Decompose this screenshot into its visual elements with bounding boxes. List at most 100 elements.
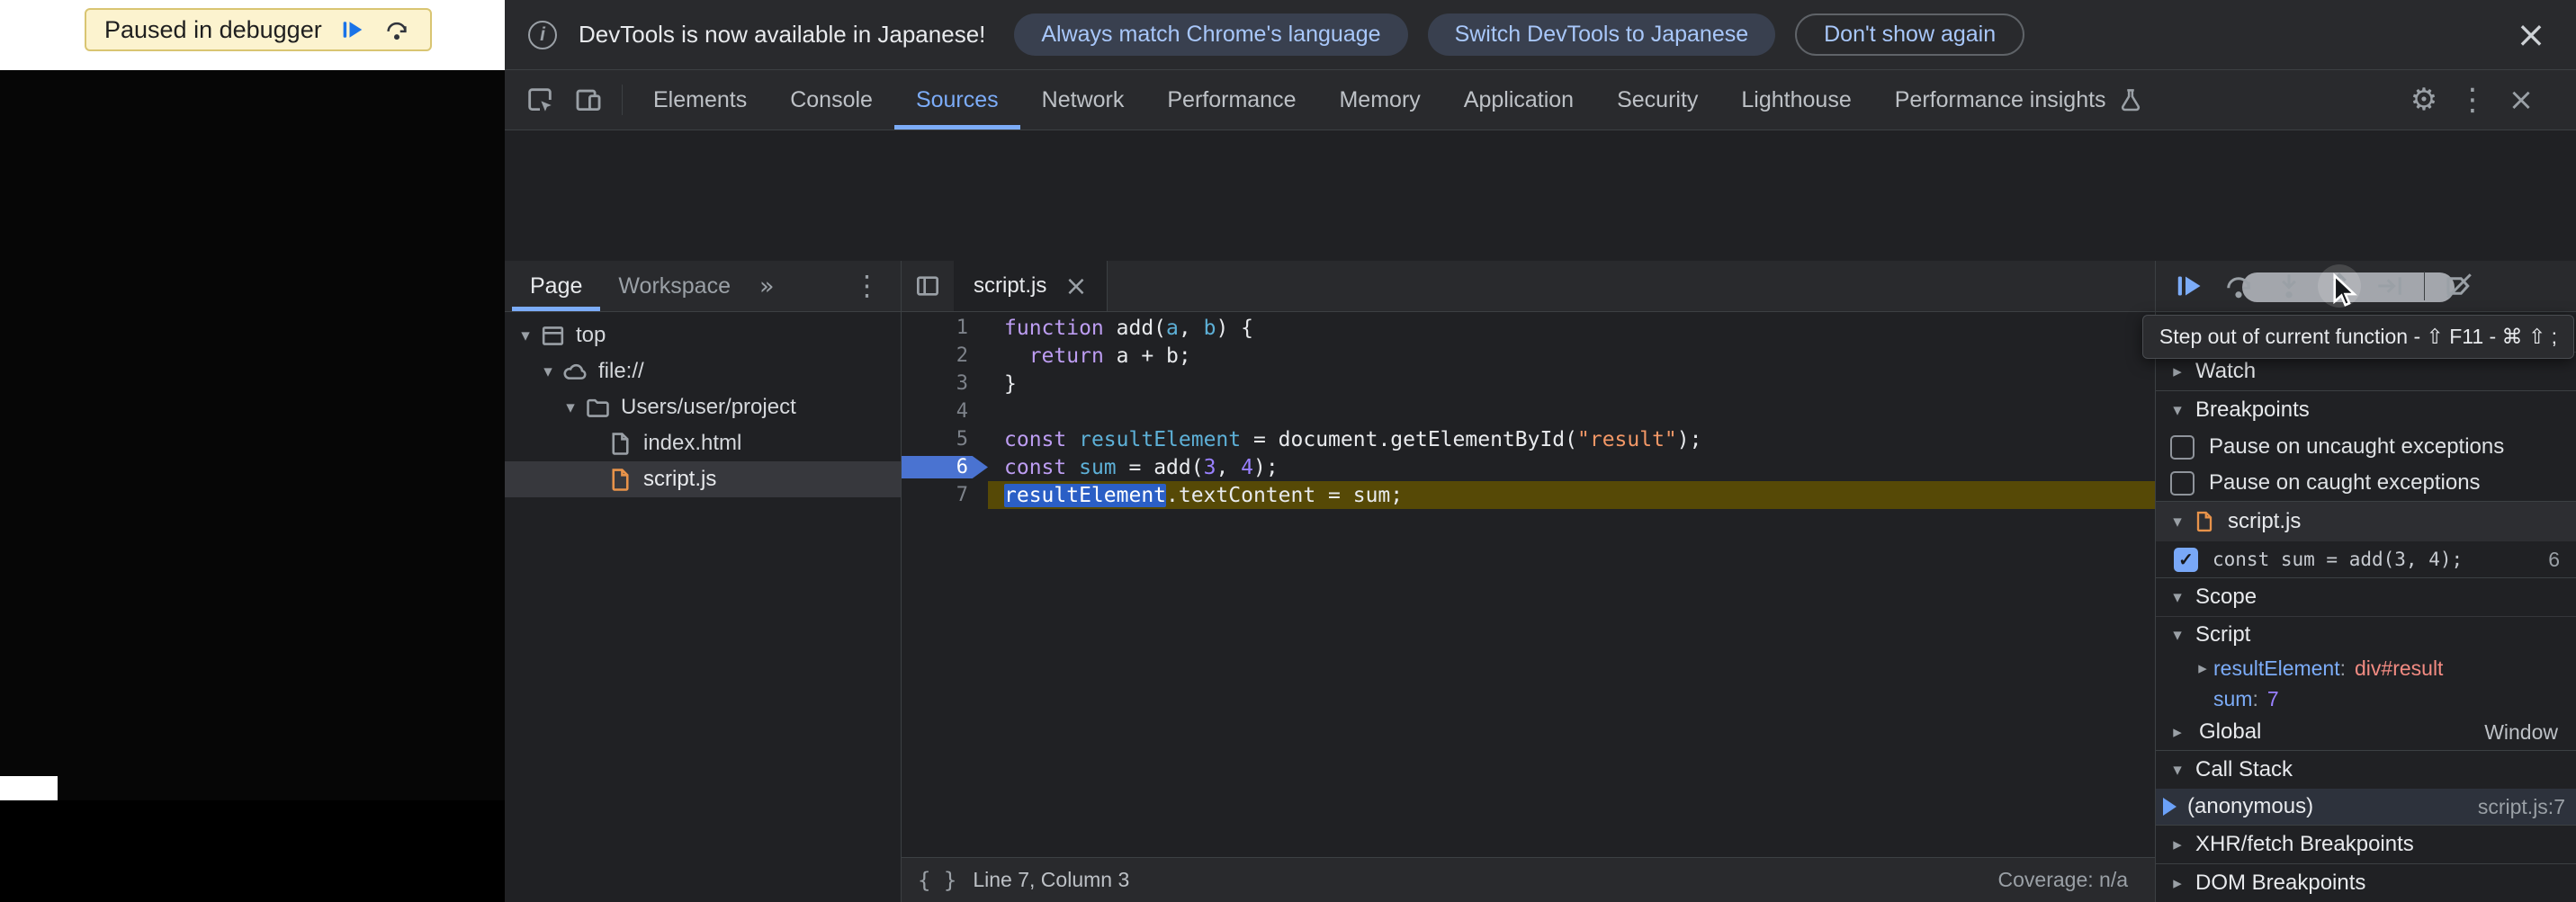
call-stack-frame[interactable]: (anonymous) script.js:7 — [2156, 789, 2576, 825]
file-icon — [606, 430, 634, 458]
code-line-7[interactable]: 7resultElement.textContent = sum; — [902, 481, 2155, 509]
panel-left-icon[interactable] — [902, 261, 954, 311]
toolbar-divider — [622, 85, 623, 115]
code-area[interactable]: 1function add(a, b) {2 return a + b;3}45… — [902, 312, 2155, 857]
navigator-header: PageWorkspace » ⋮ — [505, 261, 901, 312]
section-scope[interactable]: ▾ Scope — [2156, 577, 2576, 616]
breakpoint-code: const sum = add(3, 4); — [2212, 549, 2463, 570]
switch-devtools-to-japanese-button[interactable]: Switch DevTools to Japanese — [1428, 13, 1776, 56]
breakpoint-entry[interactable]: ✓ const sum = add(3, 4); 6 — [2156, 541, 2576, 577]
close-icon[interactable]: × — [2497, 76, 2545, 124]
tree-item-file[interactable]: ▾file:// — [505, 353, 901, 389]
code-line-2[interactable]: 2 return a + b; — [902, 342, 2155, 370]
line-number[interactable]: 3 — [902, 372, 988, 395]
expander-icon: ▾ — [514, 326, 537, 345]
code-line-5[interactable]: 5const resultElement = document.getEleme… — [902, 425, 2155, 453]
scope-global-label: Global — [2199, 719, 2261, 745]
scope-global-row[interactable]: ▸ Global Window — [2156, 714, 2576, 750]
close-icon[interactable]: × — [1064, 271, 1087, 302]
editor-tab-scriptjs[interactable]: script.js × — [954, 261, 1108, 311]
scope-var-sum[interactable]: sum:7 — [2156, 683, 2576, 714]
cloud-icon — [561, 358, 589, 386]
deactivate-breakpoints-button[interactable] — [2434, 261, 2484, 311]
section-xhr-breakpoints[interactable]: ▸ XHR/fetch Breakpoints — [2156, 825, 2576, 863]
step-button[interactable] — [2365, 261, 2415, 311]
scope-script-group[interactable]: ▾ Script — [2156, 616, 2576, 653]
section-dom-label: DOM Breakpoints — [2195, 871, 2365, 896]
tree-item-users-user-project[interactable]: ▾Users/user/project — [505, 389, 901, 425]
section-xhr-label: XHR/fetch Breakpoints — [2195, 832, 2414, 857]
tree-item-index-html[interactable]: index.html — [505, 425, 901, 461]
pretty-print-icon[interactable]: { } — [918, 868, 956, 893]
chevron-down-icon: ▾ — [2167, 760, 2188, 780]
line-number[interactable]: 5 — [902, 428, 988, 451]
settings-gear-icon[interactable]: ⚙ — [2400, 76, 2448, 124]
section-breakpoints-label: Breakpoints — [2195, 397, 2310, 423]
tab-memory[interactable]: Memory — [1317, 70, 1441, 129]
chevron-down-icon: ▾ — [2167, 512, 2188, 531]
kebab-menu-icon[interactable]: ⋮ — [840, 270, 893, 302]
section-scope-label: Scope — [2195, 585, 2257, 610]
flask-icon — [2117, 86, 2144, 113]
debugger-toolbar — [2156, 261, 2576, 312]
line-number[interactable]: 2 — [902, 344, 988, 367]
tab-network[interactable]: Network — [1020, 70, 1146, 129]
resume-button[interactable] — [2163, 261, 2213, 311]
pause-uncaught-checkbox[interactable] — [2170, 435, 2195, 460]
editor-tabstrip: script.js × — [902, 261, 2155, 312]
tab-performance[interactable]: Performance — [1145, 70, 1317, 129]
inspect-icon[interactable] — [516, 76, 564, 124]
line-number[interactable]: 7 — [902, 484, 988, 506]
mouse-cursor-icon — [2327, 272, 2365, 309]
coverage-status: Coverage: n/a — [1998, 868, 2139, 892]
code-line-6[interactable]: 6const sum = add(3, 4); — [902, 453, 2155, 481]
tab-sources[interactable]: Sources — [894, 70, 1020, 129]
paused-banner-label: Paused in debugger — [104, 16, 322, 44]
more-tabs-icon[interactable]: » — [749, 272, 785, 300]
step-over-button[interactable] — [2213, 261, 2264, 311]
section-call-stack[interactable]: ▾ Call Stack — [2156, 750, 2576, 789]
paused-in-debugger-banner: Paused in debugger — [85, 8, 432, 51]
breakpoint-marker[interactable]: 6 — [902, 456, 988, 478]
scope-var-resultelement[interactable]: ▸resultElement:div#result — [2156, 653, 2576, 683]
don-t-show-again-button[interactable]: Don't show again — [1795, 13, 2024, 56]
breakpoint-checkbox[interactable]: ✓ — [2174, 548, 2198, 572]
device-toolbar-icon[interactable] — [564, 76, 613, 124]
devtools-infobar: i DevTools is now available in Japanese!… — [505, 0, 2576, 70]
breakpoint-file-group[interactable]: ▾ script.js — [2156, 501, 2576, 541]
navigator-tab-page[interactable]: Page — [512, 261, 600, 311]
tab-elements[interactable]: Elements — [632, 70, 768, 129]
step-over-icon[interactable] — [381, 14, 412, 45]
tree-item-top[interactable]: ▾top — [505, 317, 901, 353]
code-line-1[interactable]: 1function add(a, b) { — [902, 314, 2155, 342]
code-line-3[interactable]: 3} — [902, 370, 2155, 397]
pause-caught-label: Pause on caught exceptions — [2209, 470, 2481, 496]
close-icon[interactable]: × — [2509, 17, 2553, 53]
toolbar-divider — [2424, 272, 2425, 300]
frame-icon — [539, 322, 567, 350]
chevron-right-icon: ▸ — [2167, 835, 2188, 854]
kebab-menu-icon[interactable]: ⋮ — [2448, 76, 2497, 124]
breakpoint-line-number: 6 — [2548, 548, 2565, 572]
chevron-right-icon: ▸ — [2192, 658, 2213, 678]
editor-status-bar: { } Line 7, Column 3 Coverage: n/a — [902, 857, 2155, 902]
cursor-position: Line 7, Column 3 — [973, 868, 1129, 892]
line-number[interactable]: 4 — [902, 400, 988, 423]
line-number[interactable]: 1 — [902, 317, 988, 339]
tab-lighthouse[interactable]: Lighthouse — [1719, 70, 1872, 129]
always-match-chrome-s-language-button[interactable]: Always match Chrome's language — [1014, 13, 1407, 56]
tree-item-script-js[interactable]: script.js — [505, 461, 901, 497]
tab-security[interactable]: Security — [1595, 70, 1719, 129]
navigator-tab-workspace[interactable]: Workspace — [600, 261, 749, 311]
section-breakpoints[interactable]: ▾ Breakpoints — [2156, 390, 2576, 429]
section-dom-breakpoints[interactable]: ▸ DOM Breakpoints — [2156, 863, 2576, 902]
code-line-4[interactable]: 4 — [902, 397, 2155, 425]
tab-console[interactable]: Console — [768, 70, 894, 129]
tab-performance-insights[interactable]: Performance insights — [1873, 70, 2166, 129]
step-into-button[interactable] — [2264, 261, 2314, 311]
resume-icon[interactable] — [337, 14, 367, 45]
navigator-panel: PageWorkspace » ⋮ ▾top▾file://▾Users/use… — [505, 261, 902, 902]
source-editor: script.js × 1function add(a, b) {2 retur… — [902, 261, 2156, 902]
pause-caught-checkbox[interactable] — [2170, 471, 2195, 496]
tab-application[interactable]: Application — [1442, 70, 1595, 129]
